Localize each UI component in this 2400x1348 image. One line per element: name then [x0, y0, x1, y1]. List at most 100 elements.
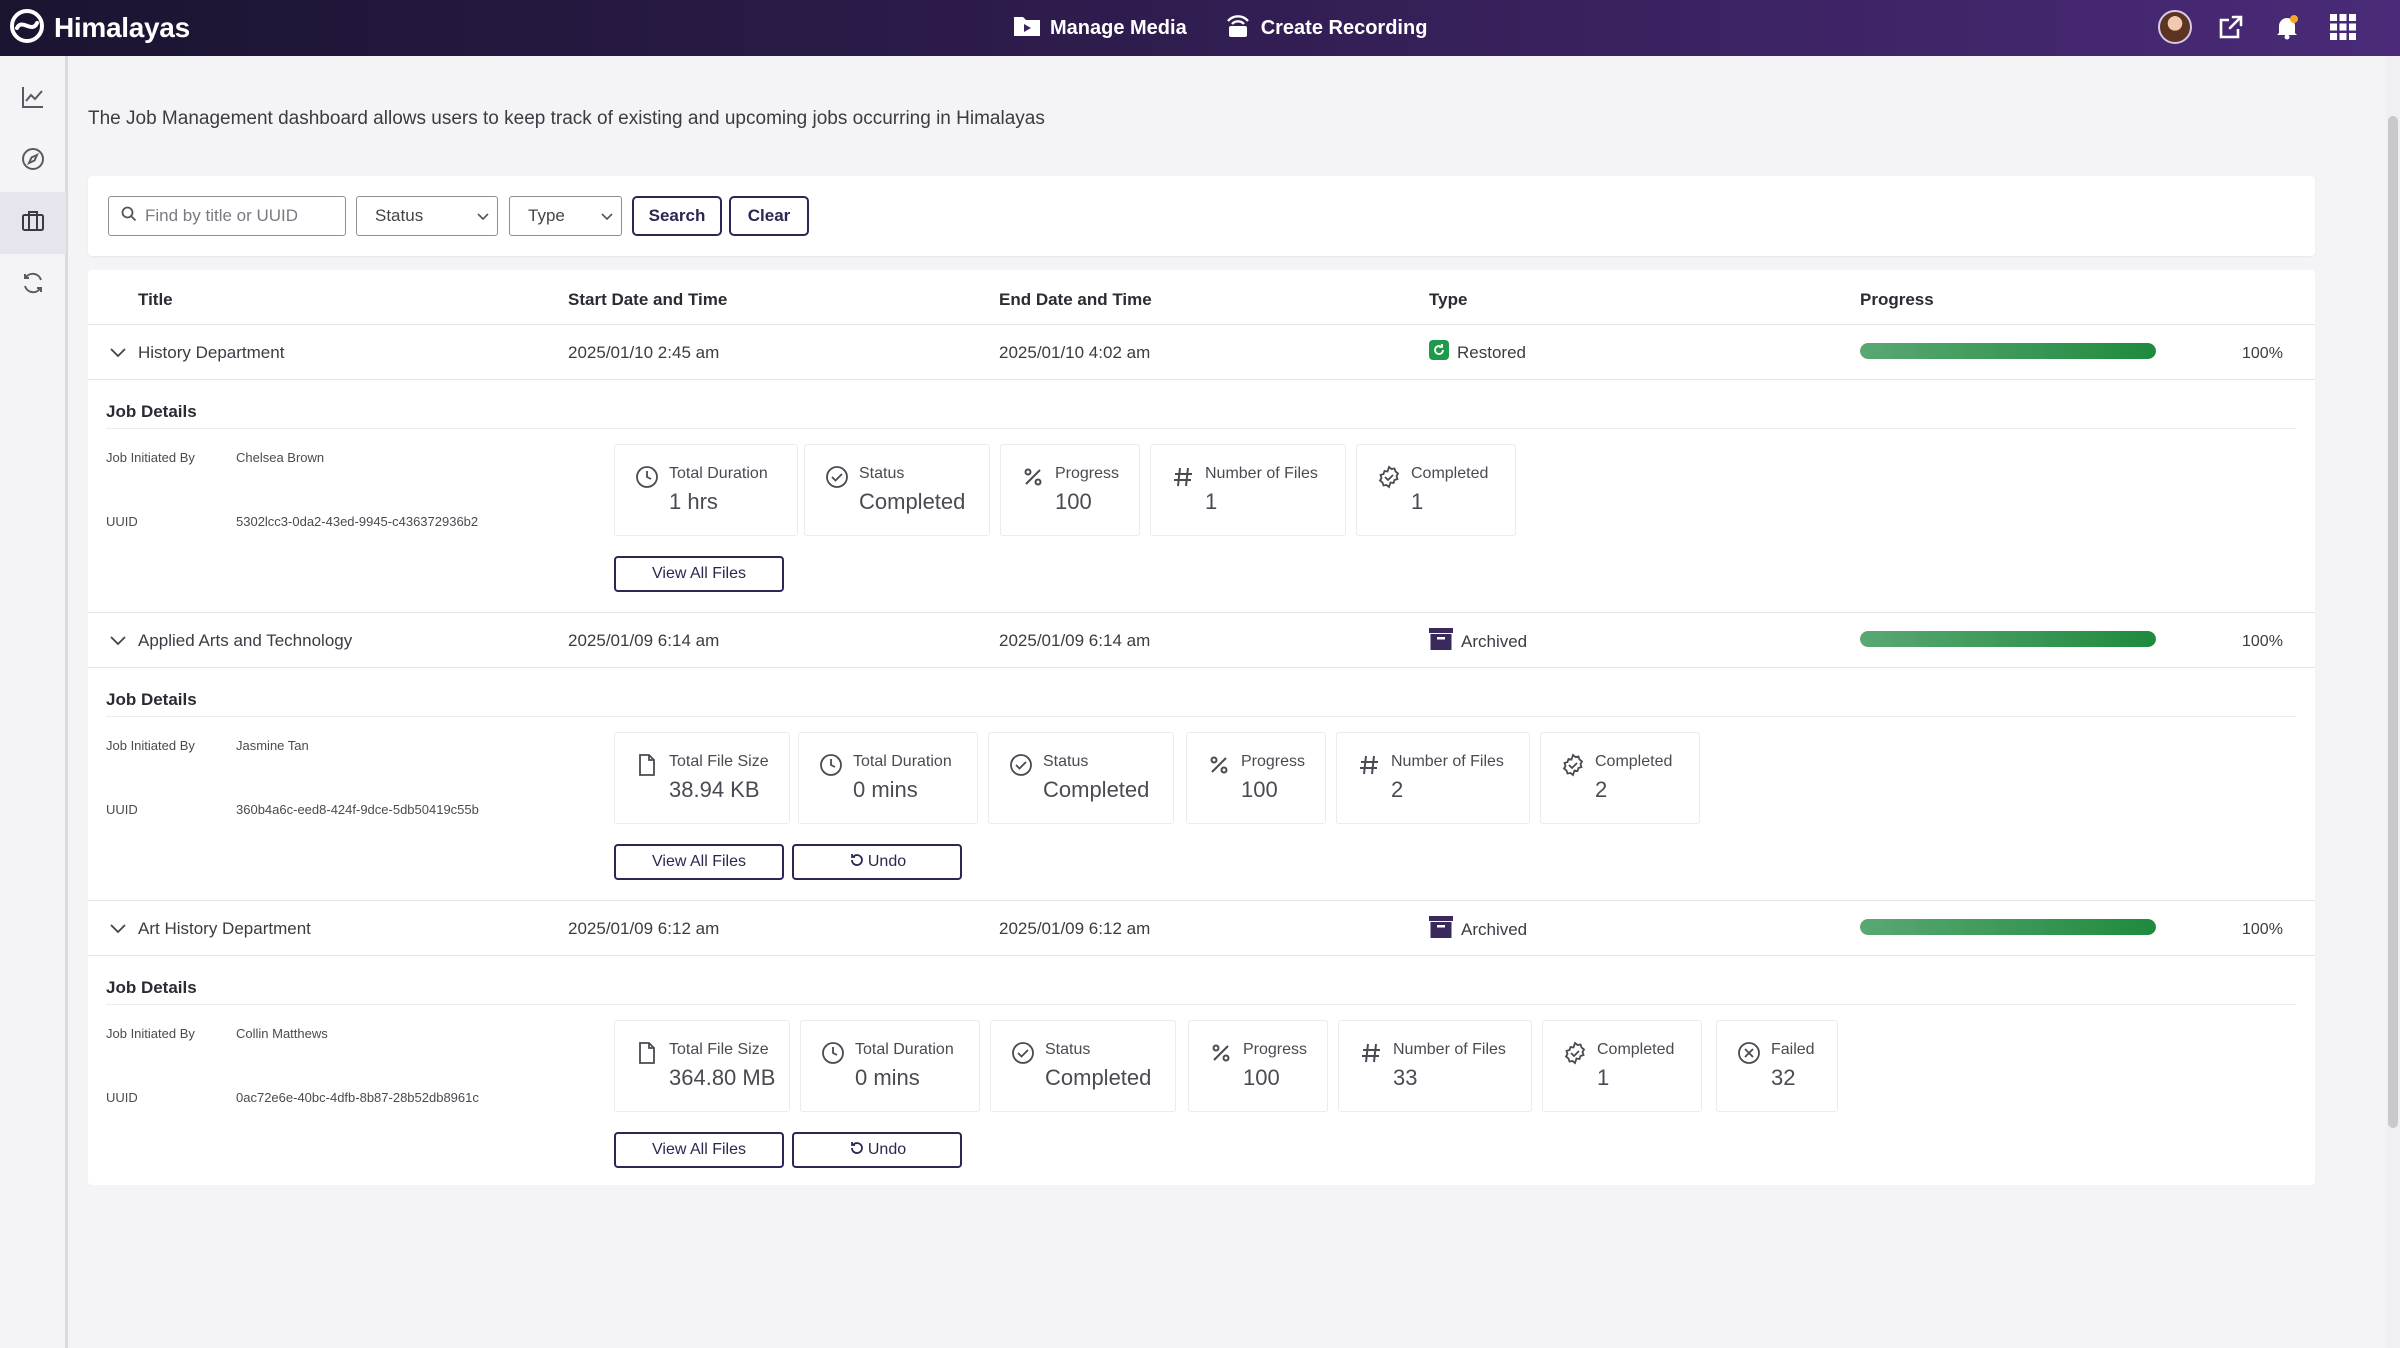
uuid-value: 0ac72e6e-40bc-4dfb-8b87-28b52db8961c — [236, 1090, 479, 1105]
progress-fill — [1860, 919, 2156, 935]
stat-card: Number of Files 1 — [1150, 444, 1346, 536]
progress-percent: 100% — [2242, 921, 2283, 938]
initiated-by-value: Collin Matthews — [236, 1026, 328, 1041]
stat-value: 100 — [1055, 489, 1092, 514]
stat-card: Progress 100 — [1188, 1020, 1328, 1112]
hash-icon — [1357, 753, 1381, 782]
sidebar-item-jobs[interactable] — [0, 192, 66, 254]
restored-icon — [1429, 340, 1449, 365]
column-header-title: Title — [138, 290, 173, 309]
initiated-by-label: Job Initiated By — [106, 1026, 195, 1041]
stat-card: Total File Size 38.94 KB — [614, 732, 790, 824]
sidebar — [0, 56, 68, 1348]
stat-label: Total Duration — [855, 1041, 954, 1058]
column-header-type: Type — [1429, 290, 1468, 309]
undo-button[interactable]: Undo — [792, 1132, 962, 1168]
top-right-actions — [2158, 10, 2360, 44]
clear-button[interactable]: Clear — [729, 196, 809, 236]
chevron-down-icon[interactable] — [110, 633, 126, 651]
type-select-value: Type — [528, 206, 565, 225]
table-row[interactable]: History Department 2025/01/10 2:45 am 20… — [88, 324, 2315, 380]
table-row[interactable]: Art History Department 2025/01/09 6:12 a… — [88, 900, 2315, 956]
stat-label: Total Duration — [669, 465, 768, 482]
divider — [106, 1004, 2296, 1005]
stat-value: 1 — [1205, 489, 1218, 514]
stat-label: Total File Size — [669, 1041, 769, 1058]
scrollbar-track[interactable] — [2386, 56, 2400, 1348]
progress-percent: 100% — [2242, 345, 2283, 362]
line-chart-icon — [20, 84, 46, 115]
user-avatar[interactable] — [2158, 10, 2192, 44]
stat-label: Total File Size — [669, 753, 769, 770]
status-select[interactable]: Status — [356, 196, 498, 236]
job-end: 2025/01/09 6:12 am — [999, 919, 1151, 938]
stat-value: Completed — [1043, 777, 1150, 802]
undo-icon — [848, 852, 864, 873]
uuid-label: UUID — [106, 514, 138, 529]
top-bar: Himalayas Manage Media Create Recording — [0, 0, 2400, 56]
stat-value: 2 — [1391, 777, 1404, 802]
file-icon — [635, 753, 659, 782]
search-field[interactable] — [108, 196, 346, 236]
create-recording-link[interactable]: Create Recording — [1223, 10, 1427, 46]
scrollbar-thumb[interactable] — [2388, 116, 2398, 1128]
sidebar-item-analytics[interactable] — [0, 68, 66, 130]
progress-bar — [1860, 343, 2156, 359]
recording-icon — [1223, 11, 1253, 45]
hash-icon — [1171, 465, 1195, 494]
external-link-icon[interactable] — [2214, 10, 2248, 44]
stat-card: Total Duration 0 mins — [798, 732, 978, 824]
chevron-down-icon — [477, 206, 489, 226]
job-end: 2025/01/10 4:02 am — [999, 343, 1151, 362]
brand-name: Himalayas — [54, 12, 190, 43]
view-all-files-button[interactable]: View All Files — [614, 844, 784, 880]
stat-card: Total Duration 0 mins — [800, 1020, 980, 1112]
stat-value: Completed — [859, 489, 966, 514]
initiated-by-value: Chelsea Brown — [236, 450, 325, 465]
view-all-files-button[interactable]: View All Files — [614, 1132, 784, 1168]
uuid-value: 5302lcc3-0da2-43ed-9945-c436372936b2 — [236, 514, 479, 529]
progress-percent: 100% — [2242, 633, 2283, 650]
job-type: Archived — [1429, 916, 1527, 943]
sidebar-item-sync[interactable] — [0, 254, 66, 316]
percent-icon — [1021, 465, 1045, 494]
bell-icon[interactable] — [2270, 10, 2304, 44]
search-button[interactable]: Search — [632, 196, 722, 236]
table-row[interactable]: Applied Arts and Technology 2025/01/09 6… — [88, 612, 2315, 668]
undo-label: Undo — [867, 1141, 907, 1158]
manage-media-link[interactable]: Manage Media — [1012, 10, 1187, 46]
stat-label: Completed — [1411, 465, 1489, 482]
job-type: Archived — [1429, 628, 1527, 655]
uuid-value: 360b4a6c-eed8-424f-9dce-5db50419c55b — [236, 802, 479, 817]
clock-icon — [819, 753, 843, 782]
badge-check-icon — [1563, 1041, 1587, 1070]
stat-value: 1 — [1411, 489, 1424, 514]
job-type-label: Archived — [1461, 919, 1528, 939]
archive-icon — [1429, 916, 1453, 943]
job-type-label: Restored — [1457, 342, 1526, 362]
initiated-by-value: Jasmine Tan — [236, 738, 309, 753]
uuid-label: UUID — [106, 1090, 138, 1105]
stat-card: Completed 1 — [1542, 1020, 1702, 1112]
stat-card: Progress 100 — [1000, 444, 1140, 536]
job-title: History Department — [138, 343, 285, 362]
sidebar-item-explore[interactable] — [0, 130, 66, 192]
stat-label: Progress — [1055, 465, 1120, 482]
stat-value: 100 — [1241, 777, 1278, 802]
chevron-down-icon[interactable] — [110, 921, 126, 939]
stat-label: Status — [1045, 1041, 1091, 1058]
chevron-down-icon[interactable] — [110, 345, 126, 363]
apps-grid-icon[interactable] — [2326, 10, 2360, 44]
view-all-files-button[interactable]: View All Files — [614, 556, 784, 592]
manage-media-label: Manage Media — [1050, 16, 1187, 39]
chevron-down-icon — [601, 206, 613, 226]
undo-button[interactable]: Undo — [792, 844, 962, 880]
job-type-label: Archived — [1461, 631, 1528, 651]
progress-fill — [1860, 343, 2156, 359]
stat-value: 1 — [1597, 1065, 1610, 1090]
stat-label: Failed — [1771, 1041, 1815, 1058]
type-select[interactable]: Type — [509, 196, 622, 236]
brand[interactable]: Himalayas — [8, 8, 190, 48]
column-header-end: End Date and Time — [999, 290, 1152, 309]
search-input[interactable] — [145, 206, 325, 226]
